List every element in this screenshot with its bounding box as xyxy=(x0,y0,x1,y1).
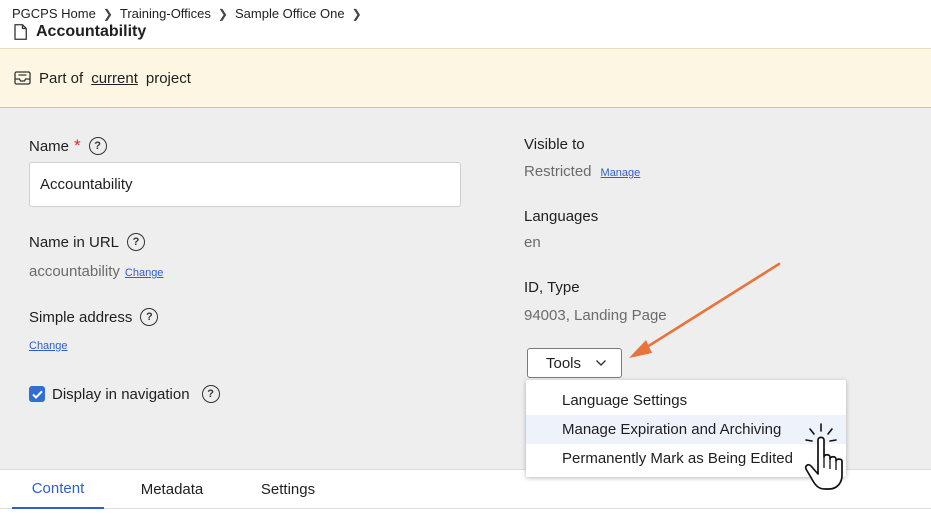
title-row: Accountability xyxy=(14,23,146,41)
languages-value: en xyxy=(524,234,541,251)
checkmark-icon xyxy=(31,390,43,399)
menu-item-language-settings[interactable]: Language Settings xyxy=(526,386,846,415)
url-label-text: Name in URL xyxy=(29,233,120,251)
id-type-value: 94003, Landing Page xyxy=(524,307,667,324)
breadcrumb: PGCPS Home ❯ Training-Offices ❯ Sample O… xyxy=(12,6,369,21)
tab-settings[interactable]: Settings xyxy=(243,470,333,509)
tools-button[interactable]: Tools xyxy=(527,348,622,378)
id-type-label: ID, Type xyxy=(524,279,580,296)
banner-suffix: project xyxy=(145,69,191,87)
languages-label: Languages xyxy=(524,208,599,225)
change-url-link[interactable]: Change xyxy=(125,267,164,279)
tools-button-label: Tools xyxy=(546,354,582,372)
page-header: PGCPS Home ❯ Training-Offices ❯ Sample O… xyxy=(0,0,931,48)
chevron-right-icon: ❯ xyxy=(351,6,362,21)
url-value: accountability xyxy=(29,263,120,280)
chevron-right-icon: ❯ xyxy=(102,6,113,21)
simple-address-label-text: Simple address xyxy=(29,308,133,326)
page-title: Accountability xyxy=(36,23,147,40)
visible-to-label: Visible to xyxy=(524,136,585,153)
name-label-text: Name xyxy=(29,137,70,155)
simple-address-row: Change xyxy=(29,340,68,352)
name-label: Name * ? xyxy=(29,136,107,156)
document-icon xyxy=(14,24,27,40)
help-circle-icon[interactable]: ? xyxy=(201,385,220,403)
tab-content[interactable]: Content xyxy=(12,470,104,509)
current-project-link[interactable]: current xyxy=(91,70,138,87)
display-nav-label: Display in navigation xyxy=(52,385,190,403)
visible-to-value: Restricted xyxy=(524,163,592,180)
name-input[interactable] xyxy=(29,162,461,207)
required-marker: * xyxy=(74,136,81,155)
breadcrumb-item-home[interactable]: PGCPS Home xyxy=(12,6,96,21)
visible-to-row: Restricted Manage xyxy=(524,163,640,180)
project-banner: Part of current project xyxy=(0,48,931,108)
banner-prefix: Part of xyxy=(39,69,84,87)
display-nav-checkbox[interactable] xyxy=(29,386,45,402)
help-circle-icon[interactable]: ? xyxy=(127,233,146,251)
tab-metadata[interactable]: Metadata xyxy=(126,470,218,509)
breadcrumb-item-sample-office[interactable]: Sample Office One xyxy=(235,6,345,21)
breadcrumb-item-training-offices[interactable]: Training-Offices xyxy=(120,6,211,21)
manage-link[interactable]: Manage xyxy=(601,167,641,179)
simple-address-label: Simple address ? xyxy=(29,308,159,326)
chevron-right-icon: ❯ xyxy=(217,6,228,21)
chevron-down-icon xyxy=(596,360,607,366)
display-nav-row: Display in navigation ? xyxy=(29,385,220,403)
tools-dropdown-menu: Language Settings Manage Expiration and … xyxy=(526,380,846,477)
hand-pointer-icon xyxy=(804,423,843,490)
menu-item-mark-being-edited[interactable]: Permanently Mark as Being Edited xyxy=(526,444,846,473)
url-value-row: accountability Change xyxy=(29,263,163,280)
menu-item-manage-expiration[interactable]: Manage Expiration and Archiving xyxy=(526,415,846,444)
inbox-icon xyxy=(14,71,31,85)
help-circle-icon[interactable]: ? xyxy=(140,308,159,326)
change-simple-address-link[interactable]: Change xyxy=(29,340,68,352)
url-label: Name in URL ? xyxy=(29,233,146,251)
help-circle-icon[interactable]: ? xyxy=(88,137,107,155)
